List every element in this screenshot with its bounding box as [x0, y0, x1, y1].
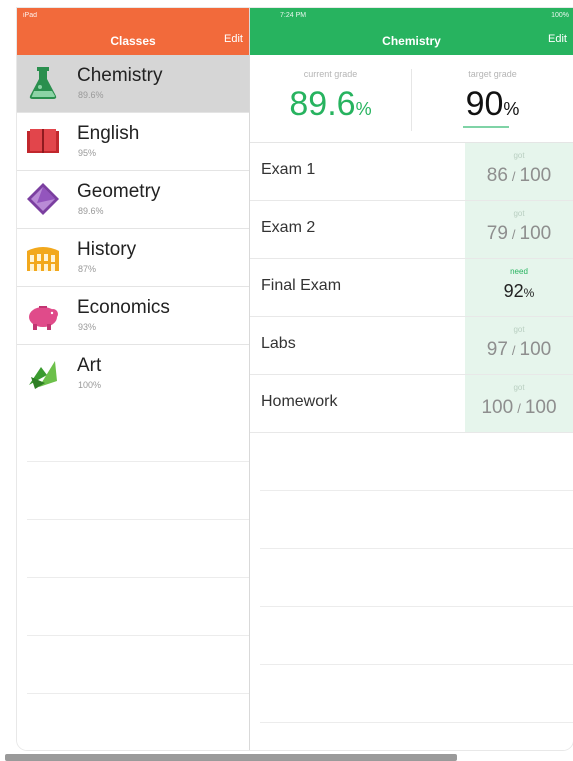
score-value: 100/100 — [481, 397, 557, 418]
current-grade-value: 89.6% — [289, 85, 372, 123]
class-grade: 89.6% — [78, 90, 104, 100]
horizontal-scrollbar[interactable] — [5, 754, 457, 761]
grade-summary: current grade 89.6% target grade 90% — [250, 55, 573, 143]
classes-pane: iPad Classes Edit Chemistry 89.6% Englis… — [17, 8, 250, 750]
empty-row-divider — [260, 606, 573, 607]
grade-item-row[interactable]: Exam 2 got 79/100 — [250, 201, 573, 259]
classes-edit-button[interactable]: Edit — [224, 33, 243, 45]
status-time: 7:24 PM — [280, 12, 307, 19]
empty-row-divider — [260, 722, 573, 723]
score-value: 86/100 — [486, 165, 552, 186]
empty-row-divider — [27, 577, 249, 578]
paint-icon — [29, 361, 57, 389]
score-value: 97/100 — [486, 339, 552, 360]
score-label: got — [513, 325, 525, 334]
piggy-bank-icon — [29, 306, 58, 330]
class-row-chemistry[interactable]: Chemistry 89.6% — [17, 55, 249, 113]
score-label: got — [513, 383, 525, 392]
class-row-english[interactable]: English 95% — [17, 113, 249, 171]
flask-icon — [29, 67, 57, 99]
current-grade-block: current grade 89.6% — [250, 55, 411, 142]
class-detail-pane: 7:24 PM 100% Chemistry Edit current grad… — [250, 8, 573, 750]
empty-row-divider — [27, 635, 249, 636]
class-row-art[interactable]: Art 100% — [17, 345, 249, 402]
target-grade-block[interactable]: target grade 90% — [412, 55, 573, 142]
empty-row-divider — [260, 490, 573, 491]
empty-row-divider — [260, 548, 573, 549]
class-name: English — [77, 123, 140, 144]
empty-row-divider — [260, 664, 573, 665]
item-score-field[interactable]: need 92% — [465, 259, 573, 316]
classes-nav-bar: iPad Classes Edit — [17, 8, 249, 55]
grade-item-row[interactable]: Homework got 100/100 — [250, 375, 573, 433]
current-grade-label: current grade — [303, 69, 358, 79]
class-name: Geometry — [77, 181, 161, 202]
item-name: Exam 2 — [261, 219, 316, 236]
item-name: Labs — [261, 335, 296, 352]
class-grade: 87% — [78, 264, 97, 274]
class-row-economics[interactable]: Economics 93% — [17, 287, 249, 345]
target-grade-underline — [463, 126, 509, 128]
item-name: Final Exam — [261, 277, 342, 294]
item-score-field[interactable]: got 79/100 — [465, 201, 573, 258]
grade-item-row[interactable]: Exam 1 got 86/100 — [250, 143, 573, 201]
target-grade-value[interactable]: 90% — [412, 85, 573, 124]
score-value: 79/100 — [486, 223, 552, 244]
score-label: got — [513, 209, 525, 218]
grade-item-row[interactable]: Labs got 97/100 — [250, 317, 573, 375]
class-name: Chemistry — [77, 65, 163, 86]
class-row-geometry[interactable]: Geometry 89.6% — [17, 171, 249, 229]
class-row-history[interactable]: History 87% — [17, 229, 249, 287]
class-grade: 93% — [78, 322, 97, 332]
target-grade-label: target grade — [468, 69, 517, 79]
detail-edit-button[interactable]: Edit — [548, 33, 567, 45]
status-battery: 100% — [551, 12, 569, 19]
class-grade: 100% — [78, 380, 102, 390]
item-score-field[interactable]: got 97/100 — [465, 317, 573, 374]
classes-title: Classes — [110, 34, 156, 48]
score-label: need — [510, 267, 528, 276]
class-name: Art — [77, 355, 102, 376]
class-name: History — [77, 239, 137, 260]
class-name: Economics — [77, 297, 170, 318]
item-score-field[interactable]: got 100/100 — [465, 375, 573, 432]
item-name: Homework — [261, 393, 338, 410]
empty-row-divider — [27, 461, 249, 462]
status-device-label: iPad — [23, 12, 38, 19]
empty-row-divider — [27, 519, 249, 520]
score-label: got — [513, 151, 525, 160]
item-score-field[interactable]: got 86/100 — [465, 143, 573, 200]
colosseum-icon — [27, 247, 59, 271]
ipad-screen: iPad Classes Edit Chemistry 89.6% Englis… — [17, 8, 573, 750]
score-value: 92% — [503, 281, 535, 301]
empty-row-divider — [27, 693, 249, 694]
grade-item-row[interactable]: Final Exam need 92% — [250, 259, 573, 317]
item-name: Exam 1 — [261, 161, 316, 178]
octahedron-icon — [27, 183, 59, 215]
book-icon — [27, 129, 59, 153]
class-grade: 89.6% — [78, 206, 104, 216]
detail-title: Chemistry — [382, 34, 441, 48]
detail-nav-bar: 7:24 PM 100% Chemistry Edit — [250, 8, 573, 55]
class-grade: 95% — [78, 148, 97, 158]
